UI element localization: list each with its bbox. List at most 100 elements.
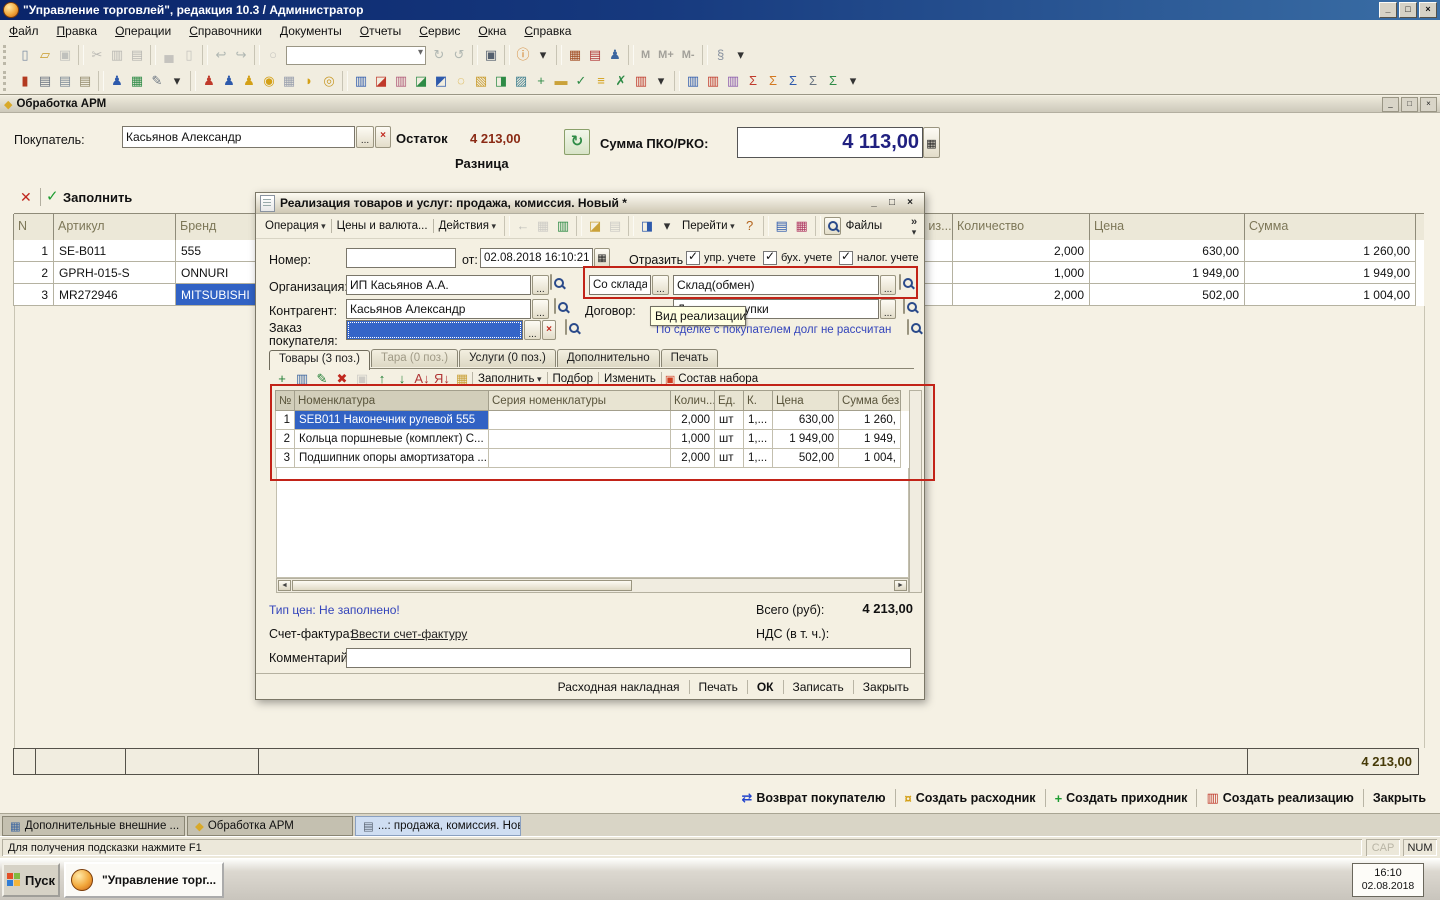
coins-pair-icon[interactable]: ◎ bbox=[319, 71, 339, 91]
contragent-input[interactable] bbox=[346, 299, 531, 319]
customer-order-input[interactable] bbox=[346, 320, 523, 340]
search-combobox[interactable] bbox=[286, 46, 426, 65]
number-input[interactable] bbox=[346, 248, 456, 268]
dialog-minimize-button[interactable]: _ bbox=[866, 196, 882, 210]
copy-window-icon[interactable]: ▣ bbox=[481, 45, 501, 65]
doc-person-icon[interactable]: ▥ bbox=[631, 71, 651, 91]
buyer-clear-button[interactable]: × bbox=[375, 126, 391, 148]
find-next-icon[interactable]: ↻ bbox=[429, 45, 449, 65]
sort-desc-icon[interactable]: Я↓ bbox=[432, 369, 452, 389]
coin-hook-icon[interactable]: ◗ bbox=[299, 71, 319, 91]
doc-refresh-icon[interactable]: ▨ bbox=[511, 71, 531, 91]
redo-icon[interactable]: ↪ bbox=[231, 45, 251, 65]
arm-minimize-button[interactable]: _ bbox=[1382, 97, 1399, 112]
print-button[interactable]: Печать bbox=[690, 678, 747, 696]
delete-row-icon[interactable]: ✖ bbox=[332, 369, 352, 389]
files-search-icon[interactable] bbox=[824, 217, 841, 235]
buyer-input[interactable] bbox=[122, 126, 355, 148]
tab-additional[interactable]: Дополнительно bbox=[557, 349, 660, 367]
enter-invoice-link[interactable]: Ввести счет-фактуру bbox=[351, 627, 467, 641]
report-printer-icon-2[interactable]: ▤ bbox=[55, 71, 75, 91]
vertical-scrollbar[interactable] bbox=[909, 390, 922, 593]
save-icon[interactable]: ▣ bbox=[55, 45, 75, 65]
menu-service[interactable]: Сервис bbox=[410, 21, 469, 41]
coins-plus-icon[interactable]: + bbox=[531, 71, 551, 91]
calendar-icon[interactable]: ▤ bbox=[585, 45, 605, 65]
close-dialog-button[interactable]: Закрыть bbox=[854, 678, 918, 696]
info-icon[interactable]: ⓘ bbox=[513, 45, 533, 65]
goods-row[interactable]: 1 SEB011 Наконечник рулевой 555 2,000 шт… bbox=[276, 411, 909, 430]
sort-asc-icon[interactable]: А↓ bbox=[412, 369, 432, 389]
undo-icon[interactable]: ↩ bbox=[211, 45, 231, 65]
sales-doc-person-icon[interactable]: ▥ bbox=[351, 71, 371, 91]
checkbox-list-icon[interactable]: ▦ bbox=[792, 216, 812, 236]
coins-icon[interactable]: ◉ bbox=[259, 71, 279, 91]
tax-accounting-checkbox[interactable]: налог. учете bbox=[839, 251, 919, 265]
menu-reports[interactable]: Отчеты bbox=[351, 21, 411, 41]
date-input[interactable] bbox=[480, 248, 593, 268]
back-icon[interactable]: ← bbox=[513, 216, 533, 236]
col-articul[interactable]: Артикул bbox=[53, 214, 176, 240]
numbering-icon[interactable]: ▦ bbox=[452, 369, 472, 389]
copy-new-icon[interactable]: ▥ bbox=[553, 216, 573, 236]
mdi-tab-arm[interactable]: ◆ Обработка АРМ bbox=[187, 816, 353, 836]
add-row-icon[interactable]: + bbox=[272, 369, 292, 389]
col-price[interactable]: Цена bbox=[1089, 214, 1245, 240]
scrollbar-thumb[interactable] bbox=[292, 580, 632, 591]
taskbar-clock[interactable]: 16:10 02.08.2018 bbox=[1352, 863, 1424, 897]
organization-input[interactable] bbox=[346, 275, 531, 295]
purchase-doc-person-icon[interactable]: ▥ bbox=[391, 71, 411, 91]
tab-print[interactable]: Печать bbox=[661, 349, 719, 367]
order-clear-button[interactable]: × bbox=[542, 320, 556, 340]
calculator-button[interactable]: ▦ bbox=[923, 127, 940, 158]
organization-open-button[interactable] bbox=[550, 274, 552, 290]
organization-select-button[interactable]: ... bbox=[532, 275, 549, 295]
goto-menu-button[interactable]: Перейти bbox=[677, 218, 740, 234]
warehouse-input[interactable] bbox=[673, 275, 879, 295]
bank-coins-icon[interactable]: ▦ bbox=[279, 71, 299, 91]
close-button[interactable]: × bbox=[1419, 2, 1437, 18]
maximize-button[interactable]: □ bbox=[1399, 2, 1417, 18]
cut-icon[interactable]: ✂ bbox=[87, 45, 107, 65]
change-button[interactable]: Изменить bbox=[599, 371, 661, 387]
management-accounting-checkbox[interactable]: упр. учете bbox=[686, 251, 756, 265]
move-up-icon[interactable]: ↑ bbox=[372, 369, 392, 389]
buyer-select-button[interactable]: ... bbox=[356, 126, 374, 148]
menu-windows[interactable]: Окна bbox=[469, 21, 515, 41]
col-sum[interactable]: Сумма bbox=[1244, 214, 1416, 240]
cart-person-mix-icon[interactable]: ▥ bbox=[723, 71, 743, 91]
calendar-picker-button[interactable]: ▦ bbox=[594, 248, 610, 268]
create-realization-button[interactable]: ▥ Создать реализацию bbox=[1199, 787, 1360, 809]
tab-services[interactable]: Услуги (0 поз.) bbox=[459, 349, 556, 367]
output-icon[interactable]: ◨ bbox=[637, 216, 657, 236]
doc-check-icon[interactable]: ✓ bbox=[571, 71, 591, 91]
menu-help[interactable]: Справка bbox=[515, 21, 580, 41]
actions-menu-button[interactable]: Действия bbox=[434, 218, 501, 234]
doc-cross-icon[interactable]: ✗ bbox=[611, 71, 631, 91]
warehouse-mode-select-button[interactable]: ... bbox=[652, 275, 669, 295]
report-printer-icon[interactable]: ▤ bbox=[35, 71, 55, 91]
dialog-close-button[interactable]: × bbox=[902, 196, 918, 210]
arm-restore-button[interactable]: □ bbox=[1401, 97, 1418, 112]
find-previous-icon[interactable]: ↺ bbox=[449, 45, 469, 65]
scroll-right-arrow[interactable]: ► bbox=[894, 580, 907, 591]
dropdown-arrow-icon[interactable]: ▾ bbox=[657, 216, 677, 236]
fill-button[interactable]: Заполнить bbox=[63, 190, 132, 205]
structure-icon[interactable]: ▦ bbox=[533, 216, 553, 236]
find-icon[interactable]: ○ bbox=[263, 45, 283, 65]
create-expense-button[interactable]: ¤ Создать расходник bbox=[898, 788, 1043, 809]
write-button[interactable]: Записать bbox=[784, 678, 853, 696]
new-document-icon[interactable]: ▯ bbox=[15, 45, 35, 65]
arm-close-button[interactable]: × bbox=[1420, 97, 1437, 112]
copy-icon[interactable]: ▥ bbox=[107, 45, 127, 65]
customer-payment-icon[interactable]: ♟ bbox=[219, 71, 239, 91]
coins-minus-icon[interactable]: ▬ bbox=[551, 71, 571, 91]
create-income-button[interactable]: + Создать приходник bbox=[1048, 788, 1195, 809]
move-down-icon[interactable]: ↓ bbox=[392, 369, 412, 389]
end-edit-icon[interactable]: ▣ bbox=[352, 369, 372, 389]
dropdown-arrow-icon[interactable]: ▾ bbox=[167, 71, 187, 91]
coins-transfer-icon[interactable]: ◌ bbox=[451, 71, 471, 91]
user-settings-icon[interactable]: ♟ bbox=[605, 45, 625, 65]
horizontal-scrollbar[interactable]: ◄ ► bbox=[276, 578, 909, 593]
dialog-maximize-button[interactable]: □ bbox=[884, 196, 900, 210]
